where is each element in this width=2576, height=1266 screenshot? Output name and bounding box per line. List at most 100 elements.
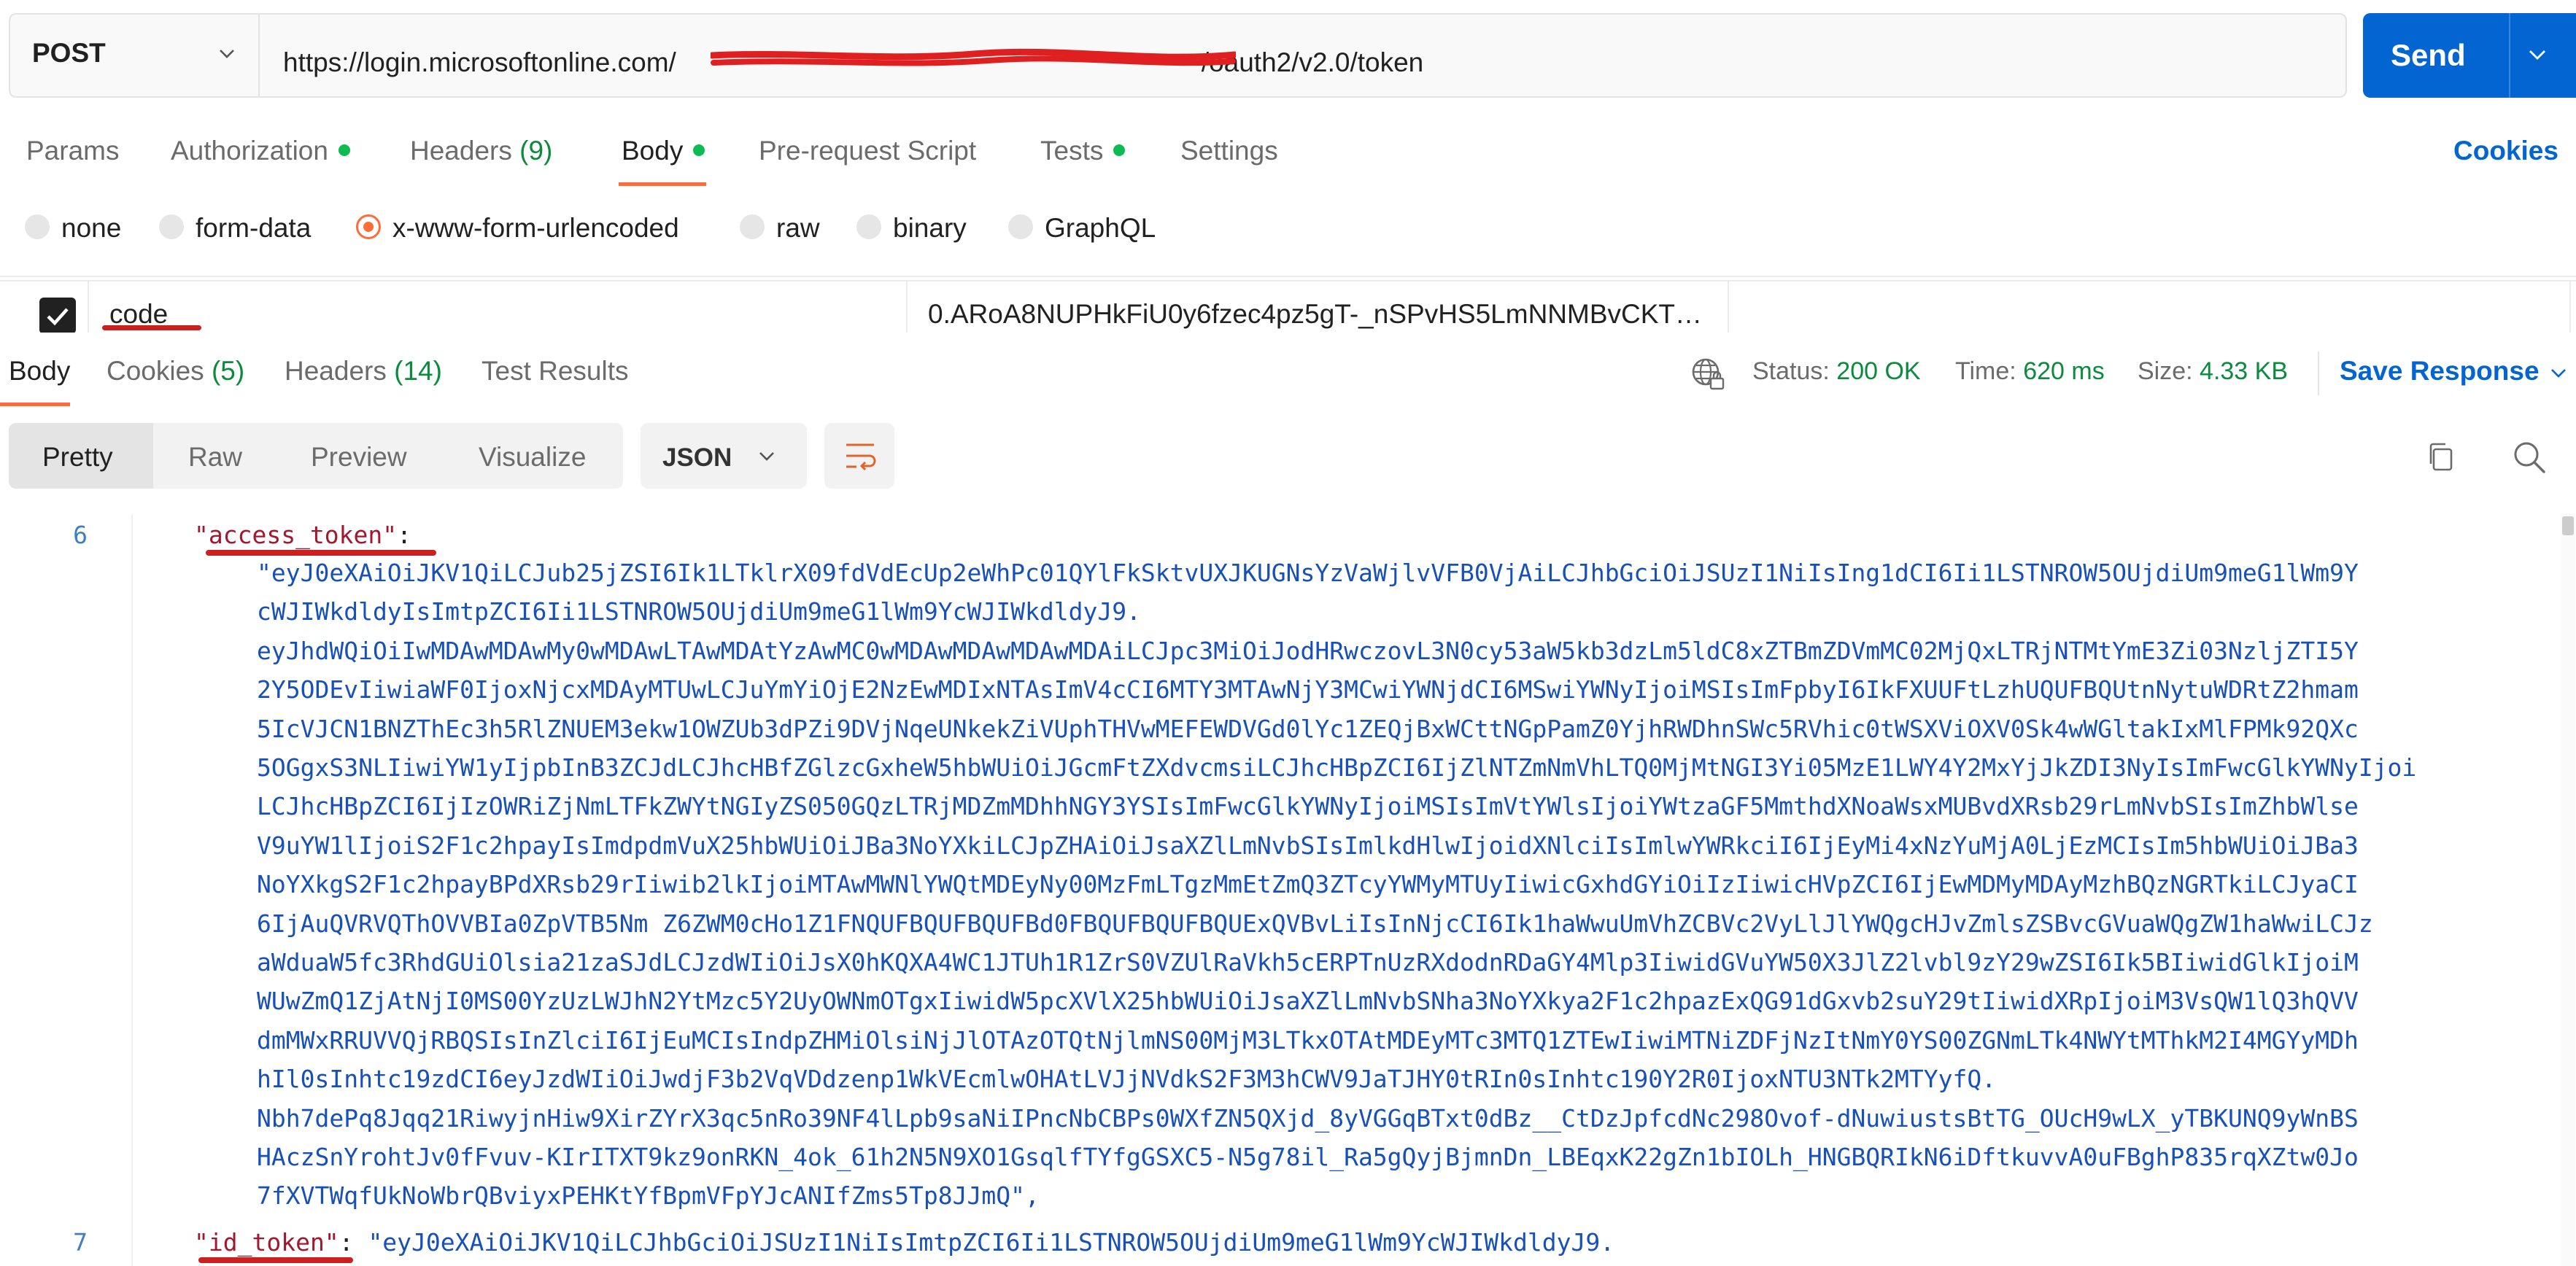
- radio-circle: [856, 214, 881, 240]
- tab-headers-count: (9): [519, 136, 553, 166]
- json-key: "id_token": [194, 1228, 339, 1257]
- code-line: 7fXVTWqfUkNoWbrQBviyxPEHKtYfBpmVFpYJcANI…: [257, 1181, 1040, 1211]
- size-indicator: Size: 4.33 KB: [2138, 357, 2288, 386]
- tab-prerequest-label: Pre-request Script: [759, 136, 977, 166]
- send-label: Send: [2391, 38, 2466, 72]
- row-border: [0, 280, 2576, 281]
- radio-graphql-label: GraphQL: [1045, 213, 1156, 243]
- code-line: LCJhcHBpZCI6IjIzOWRiZjNmLTFkZWYtNGIyZS05…: [257, 792, 2359, 821]
- response-tab-body[interactable]: Body: [9, 356, 70, 387]
- status-dot: [338, 144, 350, 157]
- response-tab-cookies-count: (5): [211, 356, 245, 386]
- send-divider: [2509, 13, 2510, 98]
- annotation-underline: [198, 1257, 353, 1263]
- annotation-underline: [206, 550, 436, 556]
- tab-settings[interactable]: Settings: [1180, 136, 1278, 166]
- tab-authorization[interactable]: Authorization: [171, 136, 350, 166]
- cell-divider: [2569, 281, 2571, 334]
- radio-urlencoded-label: x-www-form-urlencoded: [392, 213, 679, 243]
- format-select[interactable]: JSON: [641, 423, 807, 489]
- code-line: dmMWxRRUVVQjRBQSIsInZlciI6IjEuMCIsIndpZH…: [257, 1025, 2359, 1055]
- save-response-button[interactable]: Save Response: [2340, 356, 2540, 387]
- response-tab-test-results[interactable]: Test Results: [481, 356, 629, 387]
- tab-body-label: Body: [622, 136, 684, 166]
- cell-divider: [88, 281, 89, 334]
- chevron-down-icon[interactable]: [2548, 362, 2569, 384]
- send-button[interactable]: Send: [2363, 13, 2576, 98]
- view-mode-raw[interactable]: Raw: [188, 442, 242, 473]
- line-number: 6: [73, 521, 88, 549]
- redaction-scribble: [711, 48, 1236, 66]
- cell-divider: [1728, 281, 1729, 334]
- response-tab-cookies-label: Cookies: [107, 356, 204, 386]
- radio-circle: [25, 214, 50, 240]
- size-label: Size:: [2138, 357, 2193, 385]
- json-key: "access_token": [194, 521, 398, 549]
- radio-binary[interactable]: binary: [856, 213, 967, 249]
- cookies-link[interactable]: Cookies: [2453, 136, 2558, 166]
- param-value-cell[interactable]: 0.ARoA8NUPHkFiU0y6fzec4pz5gT-_nSPvHS5LmN…: [928, 299, 1702, 330]
- tab-body[interactable]: Body: [622, 136, 705, 166]
- code-line: 5OGgxS3NLIiwiYW1yIjpbInB3ZCJdLCJhcHBfZGl…: [257, 753, 2417, 782]
- copy-icon[interactable]: [2424, 439, 2460, 475]
- status-label: Status:: [1752, 357, 1830, 385]
- view-mode-preview[interactable]: Preview: [311, 442, 407, 473]
- radio-form-data[interactable]: form-data: [159, 213, 311, 249]
- radio-raw-label: raw: [776, 213, 820, 243]
- view-mode-pretty[interactable]: Pretty: [42, 442, 113, 473]
- tab-headers-label: Headers: [410, 136, 512, 166]
- globe-lock-icon[interactable]: [1690, 356, 1726, 392]
- radio-urlencoded[interactable]: x-www-form-urlencoded: [356, 213, 679, 249]
- wrap-lines-icon: [846, 443, 876, 471]
- size-value: 4.33 KB: [2200, 357, 2289, 385]
- gutter-divider: [131, 515, 133, 1266]
- response-tab-test-results-label: Test Results: [481, 356, 629, 386]
- radio-form-data-label: form-data: [196, 213, 312, 243]
- radio-none-label: none: [61, 213, 122, 243]
- tab-params-label: Params: [26, 136, 120, 166]
- response-tab-headers-count: (14): [394, 356, 442, 386]
- time-indicator: Time: 620 ms: [1955, 357, 2105, 386]
- radio-circle-selected: [356, 214, 381, 240]
- divider: [0, 276, 2576, 277]
- radio-raw[interactable]: raw: [740, 213, 820, 249]
- code-line: 5IcVJCN1BNZThEc3h5RlZNUEM3ekw1OWZUb3dPZi…: [257, 714, 2359, 743]
- status-dot: [693, 144, 705, 157]
- tab-prerequest-script[interactable]: Pre-request Script: [759, 136, 976, 166]
- tab-headers[interactable]: Headers (9): [410, 136, 552, 166]
- method-select[interactable]: POST: [10, 15, 260, 96]
- code-line: HAczSnYrohtJv0fFvuv-KIrITXT9kz9onRKN_4ok…: [257, 1143, 2359, 1171]
- code-line: cWJIWkdldyIsImtpZCI6Ii1LSTNROW5OUjdiUm9m…: [257, 597, 1141, 626]
- radio-circle: [159, 214, 184, 240]
- radio-circle: [740, 214, 765, 240]
- divider: [2318, 352, 2319, 395]
- tab-authorization-label: Authorization: [171, 136, 328, 166]
- response-tab-body-label: Body: [9, 356, 71, 386]
- wrap-lines-button[interactable]: [824, 423, 894, 489]
- code-line-id-token: "id_token": "eyJ0eXAiOiJKV1QiLCJhbGciOiJ…: [194, 1228, 1614, 1257]
- search-icon[interactable]: [2510, 438, 2549, 477]
- chevron-down-icon[interactable]: [2525, 42, 2550, 67]
- radio-none[interactable]: none: [25, 213, 121, 249]
- json-colon: :: [339, 1228, 368, 1257]
- json-string-value: "eyJ0eXAiOiJKV1QiLCJhbGciOiJSUzI1NiIsImt…: [368, 1228, 1615, 1257]
- checkmark-icon: [47, 308, 69, 326]
- response-tab-headers-label: Headers: [285, 356, 387, 386]
- scrollbar-thumb[interactable]: [2562, 516, 2574, 535]
- radio-graphql[interactable]: GraphQL: [1008, 213, 1156, 249]
- radio-binary-label: binary: [893, 213, 967, 243]
- view-mode-visualize[interactable]: Visualize: [479, 442, 586, 473]
- param-enabled-checkbox[interactable]: [39, 298, 76, 334]
- tab-tests-label: Tests: [1040, 136, 1104, 166]
- code-line: 2Y5ODEvIiwiaWF0IjoxNjcxMDAyMTUwLCJuYmYiO…: [257, 675, 2359, 704]
- status-value: 200 OK: [1836, 357, 1921, 385]
- format-label: JSON: [662, 443, 732, 472]
- tab-tests[interactable]: Tests: [1040, 136, 1126, 166]
- response-tab-cookies[interactable]: Cookies (5): [107, 356, 244, 387]
- code-line: Nbh7dePq8Jqq21RiwyjnHiw9XirZYrX3qc5nRo39…: [257, 1103, 2359, 1133]
- scrollbar-track[interactable]: [2561, 513, 2575, 1266]
- chevron-down-icon: [759, 452, 774, 461]
- url-prefix: https://login.microsoftonline.com/: [283, 47, 676, 77]
- tab-params[interactable]: Params: [26, 136, 119, 166]
- response-tab-headers[interactable]: Headers (14): [285, 356, 442, 387]
